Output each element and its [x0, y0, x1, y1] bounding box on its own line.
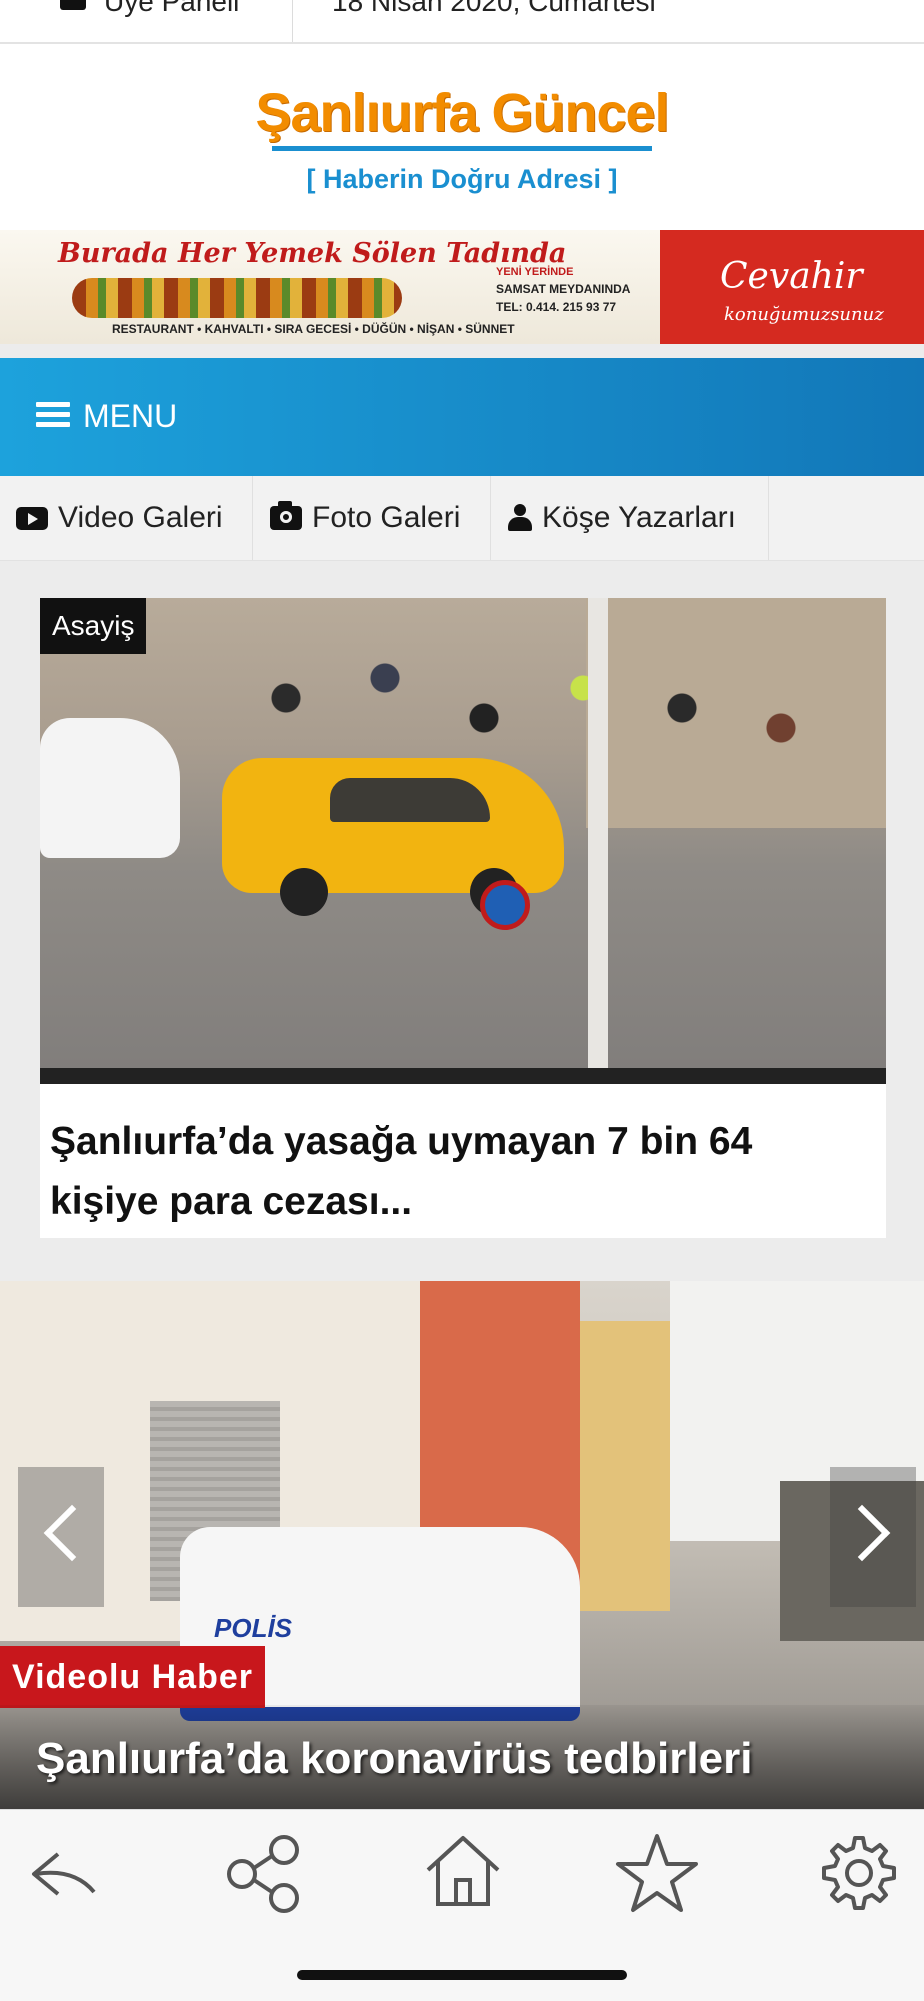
featured-news-title[interactable]: Şanlıurfa’da yasağa uymayan 7 bin 64 kiş… [50, 1112, 870, 1232]
user-icon [508, 504, 532, 532]
home-icon [426, 1836, 500, 1906]
site-slogan: [ Haberin Doğru Adresi ] [306, 164, 618, 194]
chevron-left-icon [43, 1504, 101, 1562]
slider-next-button[interactable] [830, 1467, 916, 1607]
menu-button[interactable]: MENU [83, 398, 177, 435]
ad-place: SAMSAT MEYDANINDA [496, 282, 631, 296]
category-badge[interactable]: Asayiş [40, 598, 147, 654]
news-slider[interactable]: POLİS Videolu Haber Şanlıurfa’da koronav… [0, 1281, 924, 1809]
camera-icon [270, 501, 302, 530]
slide-van-text: POLİS [214, 1613, 293, 1643]
photo-white-car [40, 718, 180, 858]
favorite-button[interactable] [612, 1828, 702, 1918]
ad-banner[interactable]: Burada Her Yemek Sölen Tadında RESTAURAN… [0, 230, 924, 344]
tab-video-gallery[interactable]: Video Galeri [0, 476, 253, 560]
featured-news-photo[interactable]: Asayiş [40, 598, 886, 1084]
featured-news-card[interactable]: Asayiş Şanlıurfa’da yasağa uymayan 7 bin… [40, 598, 886, 1238]
date-text: 18 Nisan 2020, Cumartesi [332, 0, 656, 17]
sub-navigation: Video Galeri Foto Galeri Köşe Yazarları [0, 476, 924, 561]
share-button[interactable] [220, 1828, 310, 1918]
photo-wheel [280, 868, 328, 916]
settings-button[interactable] [814, 1828, 904, 1918]
ad-brand-panel: Cevahir konuğumuzsunuz [660, 230, 924, 344]
chevron-right-icon [833, 1504, 891, 1562]
youtube-icon [16, 506, 48, 530]
ad-food-image [72, 278, 402, 318]
photo-edge [40, 1068, 886, 1084]
tab-columnists[interactable]: Köşe Yazarları [490, 476, 769, 560]
star-icon [616, 1834, 698, 1912]
ad-headline: Burada Her Yemek Sölen Tadında [58, 238, 567, 269]
gear-icon [822, 1836, 896, 1910]
top-bar: Üye Paneli 18 Nisan 2020, Cumartesi [0, 0, 924, 44]
tab-video-gallery-label: Video Galeri [58, 501, 223, 534]
slide-building [580, 1321, 670, 1611]
logo-underline [272, 146, 652, 151]
hamburger-icon[interactable] [36, 402, 70, 428]
ad-phone: TEL: 0.414. 215 93 77 [496, 300, 617, 314]
ad-services: RESTAURANT • KAHVALTI • SIRA GECESİ • DÜ… [112, 322, 515, 336]
site-header: Şanlıurfa Güncel [ Haberin Doğru Adresi … [0, 44, 924, 230]
ad-brand-logo: Cevahir [720, 256, 863, 297]
back-icon [32, 1852, 96, 1896]
home-indicator[interactable] [297, 1970, 627, 1980]
back-button[interactable] [20, 1828, 110, 1918]
user-panel-link[interactable]: Üye Paneli [104, 0, 239, 18]
slider-prev-button[interactable] [18, 1467, 104, 1607]
menu-bar: MENU [0, 358, 924, 476]
photo-traffic-sign [480, 880, 530, 930]
photo-taxi-window [330, 778, 490, 822]
slider-title[interactable]: Şanlıurfa’da koronavirüs tedbirleri [36, 1729, 916, 1789]
ad-left-panel: Burada Her Yemek Sölen Tadında RESTAURAN… [0, 230, 660, 344]
video-news-badge[interactable]: Videolu Haber [0, 1646, 265, 1708]
tab-photo-gallery[interactable]: Foto Galeri [252, 476, 491, 560]
site-logo-title[interactable]: Şanlıurfa Güncel [0, 82, 924, 144]
ad-brand-slogan: konuğumuzsunuz [724, 304, 884, 325]
tab-photo-gallery-label: Foto Galeri [312, 501, 461, 534]
home-button[interactable] [418, 1828, 508, 1918]
share-icon [227, 1835, 299, 1913]
user-panel-icon[interactable] [60, 0, 86, 10]
tab-columnists-label: Köşe Yazarları [542, 501, 736, 534]
ad-where-label: YENİ YERİNDE [496, 266, 574, 278]
divider [292, 0, 293, 42]
photo-pole [588, 598, 608, 1084]
